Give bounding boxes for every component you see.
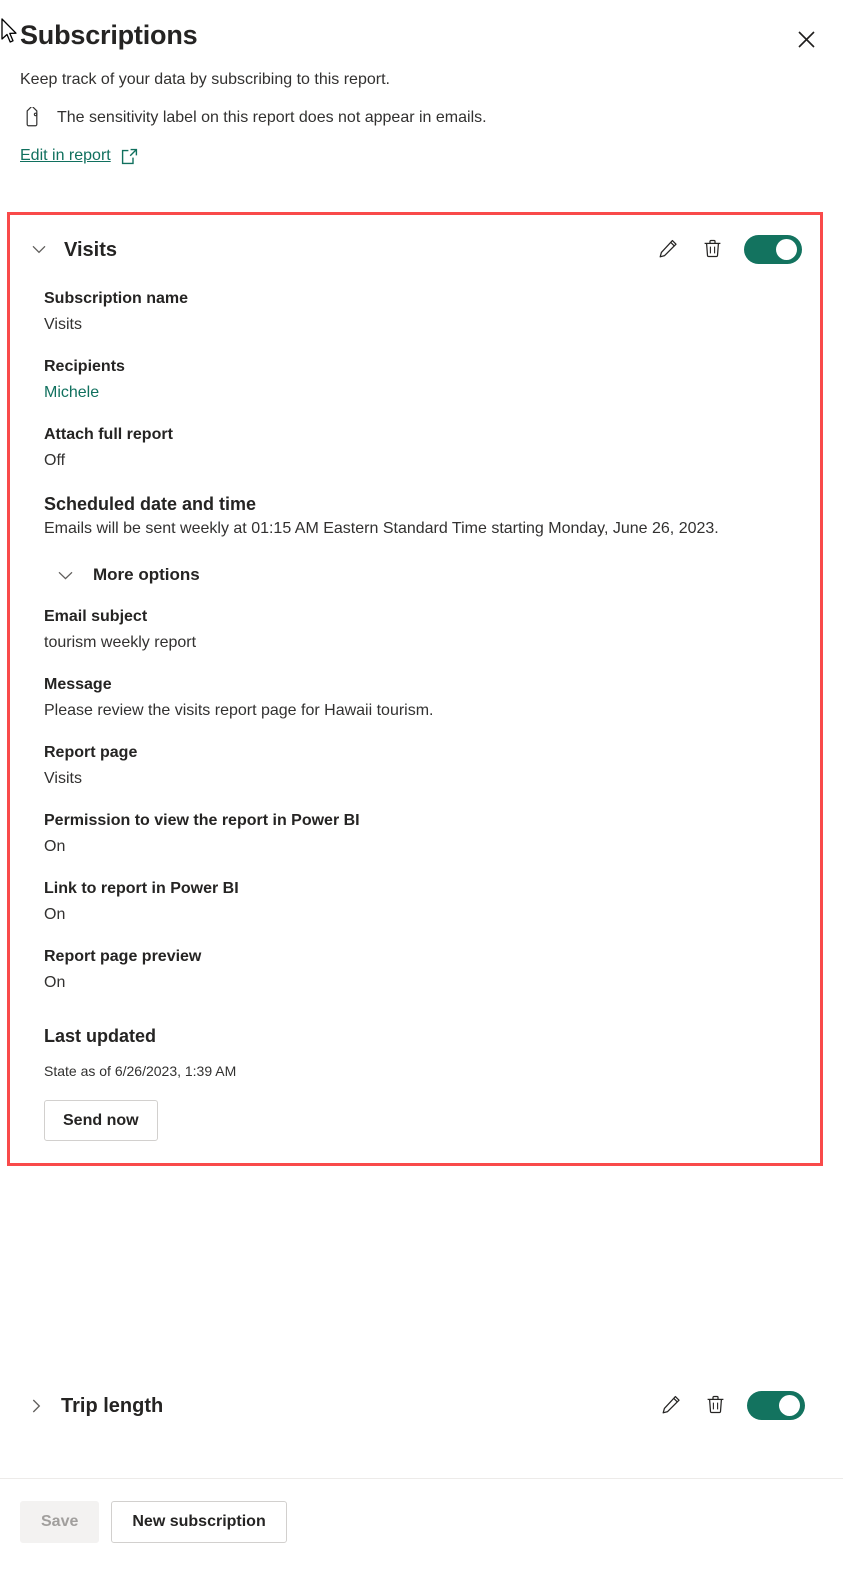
recipients-value[interactable]: Michele [44, 382, 802, 404]
subscription-actions [656, 235, 802, 264]
subscription-card-visits: Visits Subscription name Visits Recipien… [7, 212, 823, 1166]
edit-in-report-row[interactable]: Edit in report [20, 145, 823, 167]
pencil-icon [661, 1394, 682, 1418]
report-page-preview-label: Report page preview [44, 948, 202, 965]
attach-full-report-label: Attach full report [44, 426, 173, 443]
field-subscription-name: Subscription name Visits [44, 288, 802, 336]
permission-label: Permission to view the report in Power B… [44, 812, 360, 829]
close-icon [797, 30, 815, 48]
title-row: Subscriptions [20, 18, 823, 56]
tag-icon [20, 106, 44, 130]
toggle-knob [779, 1395, 800, 1416]
more-options-toggle[interactable]: More options [54, 564, 802, 586]
panel-footer: Save New subscription [0, 1478, 843, 1588]
email-subject-label: Email subject [44, 608, 148, 625]
last-updated-label: Last updated [44, 1026, 157, 1046]
permission-value: On [44, 838, 66, 855]
edit-in-report-link[interactable]: Edit in report [20, 145, 111, 167]
delete-subscription-button[interactable] [700, 238, 724, 262]
subscription-name-value: Visits [44, 316, 82, 333]
subscription-title: Visits [64, 238, 117, 261]
report-page-label: Report page [44, 744, 138, 761]
delete-subscription-button[interactable] [703, 1394, 727, 1418]
trash-icon [705, 1394, 726, 1418]
sensitivity-label-row: The sensitivity label on this report doe… [20, 106, 823, 130]
field-attach-full-report: Attach full report Off [44, 424, 802, 472]
email-subject-value: tourism weekly report [44, 634, 197, 651]
pencil-icon [658, 238, 679, 262]
close-button[interactable] [789, 22, 823, 56]
save-button[interactable]: Save [20, 1501, 100, 1543]
edit-subscription-button[interactable] [656, 238, 680, 262]
last-updated-value: State as of 6/26/2023, 1:39 AM [44, 1063, 237, 1079]
field-email-subject: Email subject tourism weekly report [44, 606, 802, 654]
field-message: Message Please review the visits report … [44, 674, 802, 722]
recipients-label: Recipients [44, 358, 125, 375]
subscription-header-visits[interactable]: Visits [10, 215, 820, 278]
field-recipients: Recipients Michele [44, 356, 802, 404]
report-page-preview-value: On [44, 974, 66, 991]
more-options-label: More options [93, 565, 200, 584]
chevron-down-icon [54, 564, 76, 586]
field-report-page-preview: Report page preview On [44, 946, 802, 994]
message-value: Please review the visits report page for… [44, 702, 434, 719]
edit-subscription-button[interactable] [659, 1394, 683, 1418]
last-updated-block: Last updated State as of 6/26/2023, 1:39… [44, 1024, 802, 1141]
attach-full-report-value: Off [44, 452, 66, 469]
chevron-right-icon[interactable] [25, 1395, 47, 1417]
field-link-to-report: Link to report in Power BI On [44, 878, 802, 926]
report-page-value: Visits [44, 770, 82, 787]
trash-icon [702, 238, 723, 262]
field-report-page: Report page Visits [44, 742, 802, 790]
subscription-enabled-toggle[interactable] [744, 235, 802, 264]
subscription-details: Subscription name Visits Recipients Mich… [10, 288, 820, 1163]
sensitivity-label-text: The sensitivity label on this report doe… [57, 109, 487, 126]
message-label: Message [44, 676, 112, 693]
subscription-actions [659, 1391, 805, 1420]
subscription-header-trip-length[interactable]: Trip length [7, 1371, 823, 1440]
panel-header: Subscriptions Keep track of your data by… [0, 0, 843, 167]
schedule-label: Scheduled date and time [44, 494, 257, 514]
new-subscription-button[interactable]: New subscription [111, 1501, 287, 1543]
chevron-down-icon[interactable] [28, 239, 50, 261]
page-title: Subscriptions [20, 20, 198, 50]
field-scheduled-date-time: Scheduled date and time Emails will be s… [44, 492, 802, 540]
field-permission: Permission to view the report in Power B… [44, 810, 802, 858]
subscription-enabled-toggle[interactable] [747, 1391, 805, 1420]
send-now-button[interactable]: Send now [44, 1100, 158, 1141]
subscription-name-label: Subscription name [44, 290, 189, 307]
external-link-icon [120, 147, 139, 166]
link-to-report-label: Link to report in Power BI [44, 880, 239, 897]
link-to-report-value: On [44, 906, 66, 923]
toggle-knob [776, 239, 797, 260]
subscription-title: Trip length [61, 1394, 164, 1417]
schedule-value: Emails will be sent weekly at 01:15 AM E… [44, 520, 719, 537]
panel-subtitle: Keep track of your data by subscribing t… [20, 71, 390, 88]
